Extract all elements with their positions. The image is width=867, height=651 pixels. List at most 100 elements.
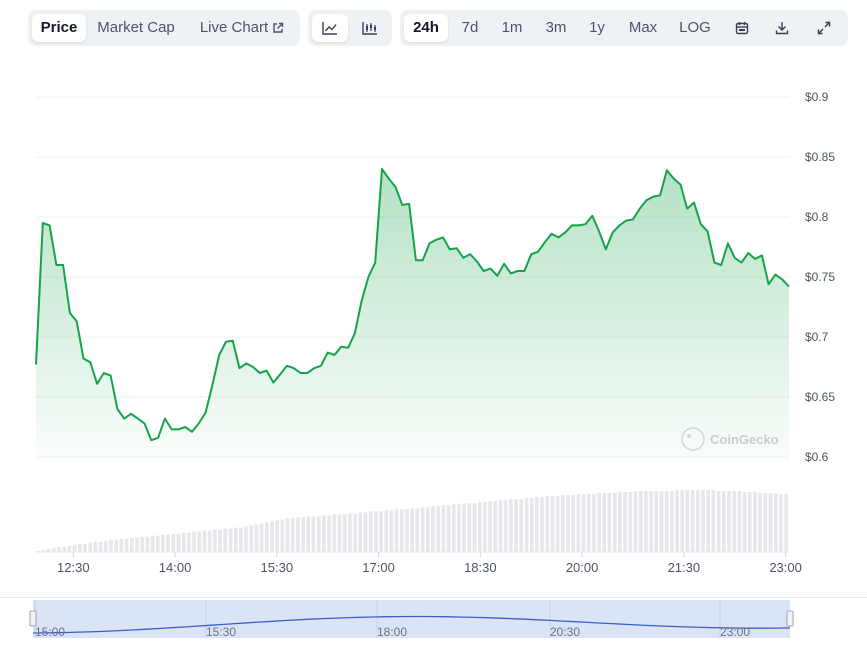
y-tick-label: $0.9 (805, 90, 829, 104)
x-tick-label: 14:00 (159, 560, 192, 575)
volume-bar (337, 514, 342, 552)
navigator[interactable]: 15:00 15:30 18:00 20:30 23:00 (0, 597, 867, 639)
y-tick-label: $0.65 (805, 390, 835, 404)
volume-bar (275, 520, 279, 552)
volume-bar (659, 491, 664, 552)
volume-bar (244, 526, 248, 552)
volume-bar (239, 527, 243, 552)
volume-bar (727, 491, 731, 552)
volume-bar (618, 492, 622, 552)
volume-bar (400, 509, 404, 552)
volume-bar (104, 540, 108, 552)
volume-bar (561, 495, 565, 552)
volume-bar (716, 491, 721, 552)
volume-bar (98, 541, 103, 552)
volume-bar (483, 502, 487, 552)
volume-bar (114, 539, 118, 552)
x-tick-label: 20:00 (566, 560, 599, 575)
navigator-tick-label: 15:00 (35, 625, 65, 639)
volume-bar (223, 528, 228, 552)
volume-bar (363, 512, 368, 552)
x-tick-label: 17:00 (362, 560, 395, 575)
volume-bar (420, 507, 425, 552)
watermark-text: CoinGecko (710, 432, 779, 447)
coingecko-logo-eye (687, 434, 691, 438)
volume-bar (586, 494, 591, 552)
navigator-tick-label: 18:00 (377, 625, 407, 639)
volume-bar (405, 509, 409, 552)
volume-bar (379, 511, 383, 552)
price-chart[interactable]: $0.9 $0.85 $0.8 $0.75 $0.7 $0.65 $0.6 CoinGeck… (0, 0, 867, 651)
volume-bar (696, 490, 700, 552)
volume-bar (545, 496, 550, 552)
volume-bar (592, 494, 596, 552)
volume-bar (758, 493, 762, 552)
volume-bar (628, 492, 633, 552)
volume-bar (36, 550, 41, 552)
volume-bar (633, 491, 638, 552)
volume-bar (753, 492, 757, 552)
volume-bar (384, 510, 389, 552)
volume-bar (514, 499, 518, 552)
volume-bar (264, 522, 269, 552)
volume-bar (654, 491, 659, 552)
volume-bar (747, 492, 752, 552)
volume-bars (36, 490, 788, 552)
volume-bar (467, 503, 472, 552)
volume-bar (763, 493, 768, 552)
volume-bar (602, 493, 607, 552)
volume-bar (509, 499, 513, 552)
volume-bar (316, 516, 321, 552)
volume-bar (488, 501, 492, 552)
volume-bar (280, 519, 285, 552)
volume-bar (462, 503, 466, 552)
volume-bar (78, 543, 82, 552)
volume-bar (202, 530, 207, 552)
volume-bar (670, 491, 674, 552)
volume-bar (124, 538, 129, 552)
volume-bar (732, 491, 736, 552)
x-tick-label: 23:00 (769, 560, 802, 575)
volume-bar (161, 534, 165, 552)
volume-bar (311, 516, 316, 552)
volume-bar (638, 491, 643, 552)
y-tick-label: $0.85 (805, 150, 835, 164)
volume-bar (322, 515, 326, 552)
volume-bar (540, 497, 544, 552)
volume-bar (431, 506, 435, 552)
navigator-handle-left[interactable] (29, 610, 37, 627)
volume-bar (62, 546, 67, 552)
volume-bar (529, 498, 534, 552)
volume-bar (129, 537, 134, 552)
volume-bar (784, 494, 788, 552)
volume-bar (374, 511, 378, 552)
volume-bar (477, 502, 482, 552)
volume-bar (701, 490, 705, 552)
volume-bar (519, 499, 524, 552)
volume-bar (597, 493, 601, 552)
volume-bar (706, 490, 711, 552)
volume-bar (187, 532, 191, 552)
y-tick-label: $0.8 (805, 210, 829, 224)
navigator-tick-label: 20:30 (550, 625, 580, 639)
volume-bar (119, 538, 124, 552)
volume-bar (197, 531, 202, 552)
price-area (36, 169, 789, 462)
volume-bar (649, 491, 653, 552)
navigator-tick-label: 23:00 (720, 625, 750, 639)
navigator-handle-right[interactable] (786, 610, 794, 627)
volume-bar (332, 514, 337, 552)
volume-bar (457, 504, 461, 552)
navigator-selection[interactable] (33, 600, 790, 638)
volume-bar (555, 496, 560, 552)
volume-bar (612, 493, 617, 552)
y-tick-label: $0.75 (805, 270, 835, 284)
volume-bar (576, 494, 581, 552)
volume-bar (664, 491, 669, 552)
volume-bar (140, 536, 144, 552)
volume-bar (306, 516, 311, 552)
volume-bar (155, 535, 160, 552)
volume-bar (213, 529, 217, 552)
volume-bar (436, 506, 440, 552)
volume-bar (425, 507, 430, 552)
